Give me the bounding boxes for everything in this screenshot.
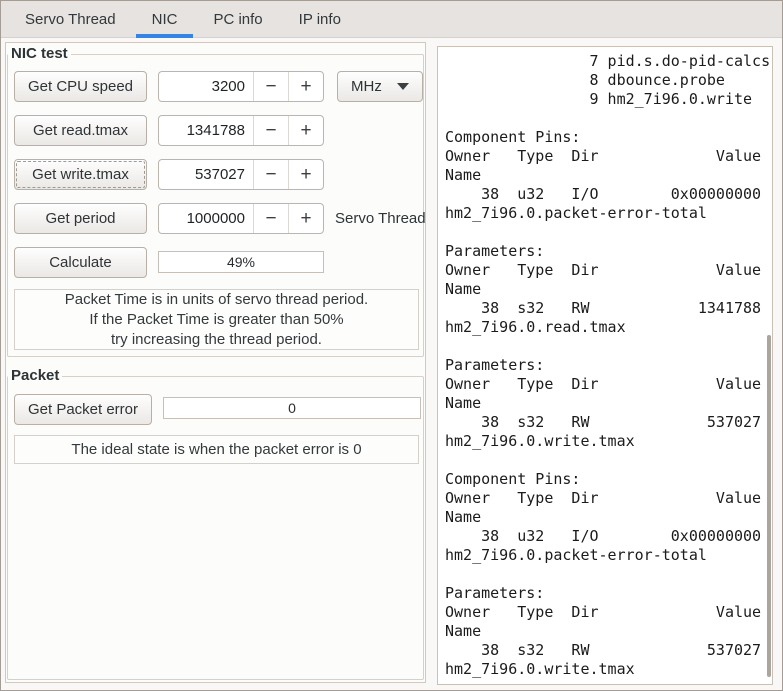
nic-tab-content: NIC test Get CPU speed 3200 − + MHz Get … xyxy=(1,38,782,690)
vertical-scrollbar-thumb[interactable] xyxy=(767,335,771,677)
calculate-button[interactable]: Calculate xyxy=(14,247,147,278)
read-tmax-spinbox: 1341788 − + xyxy=(158,115,324,146)
tab-ip-info[interactable]: IP info xyxy=(283,1,357,37)
cpu-speed-unit-dropdown[interactable]: MHz xyxy=(337,71,423,102)
get-packet-error-button[interactable]: Get Packet error xyxy=(14,394,152,425)
cpu-speed-unit-label: MHz xyxy=(351,78,382,95)
get-cpu-speed-button[interactable]: Get CPU speed xyxy=(14,71,147,102)
write-tmax-value[interactable]: 537027 xyxy=(159,160,253,189)
hal-output-panel[interactable]: 7 pid.s.do-pid-calcs 8 dbounce.probe 9 h… xyxy=(437,46,773,685)
read-tmax-decrement-button[interactable]: − xyxy=(253,116,288,145)
tab-pc-info[interactable]: PC info xyxy=(197,1,278,37)
packet-group-label: Packet xyxy=(8,367,63,384)
get-period-button[interactable]: Get period xyxy=(14,203,147,234)
write-tmax-spinbox: 537027 − + xyxy=(158,159,324,190)
packet-error-field[interactable]: 0 xyxy=(163,397,421,419)
cpu-speed-value[interactable]: 3200 xyxy=(159,72,253,101)
hal-output-text[interactable]: 7 pid.s.do-pid-calcs 8 dbounce.probe 9 h… xyxy=(438,47,772,679)
app-window: Servo Thread NIC PC info IP info NIC tes… xyxy=(0,0,783,691)
period-decrement-button[interactable]: − xyxy=(253,204,288,233)
period-value[interactable]: 1000000 xyxy=(159,204,253,233)
read-tmax-value[interactable]: 1341788 xyxy=(159,116,253,145)
nic-test-group-label: NIC test xyxy=(8,45,71,62)
period-increment-button[interactable]: + xyxy=(288,204,323,233)
tab-nic[interactable]: NIC xyxy=(135,1,194,38)
cpu-speed-decrement-button[interactable]: − xyxy=(253,72,288,101)
tab-bar: Servo Thread NIC PC info IP info xyxy=(1,1,782,38)
packet-time-percent-field[interactable]: 49% xyxy=(158,251,324,273)
packet-time-info-box: Packet Time is in units of servo thread … xyxy=(14,289,419,350)
packet-time-info-line-1: Packet Time is in units of servo thread … xyxy=(64,290,369,308)
write-tmax-increment-button[interactable]: + xyxy=(288,160,323,189)
packet-error-info-line: The ideal state is when the packet error… xyxy=(71,440,362,458)
get-write-tmax-button[interactable]: Get write.tmax xyxy=(14,159,147,190)
cpu-speed-spinbox: 3200 − + xyxy=(158,71,324,102)
write-tmax-decrement-button[interactable]: − xyxy=(253,160,288,189)
packet-error-info-box: The ideal state is when the packet error… xyxy=(14,435,419,464)
servo-thread-label: Servo Thread xyxy=(335,210,426,227)
chevron-down-icon xyxy=(397,83,409,90)
read-tmax-increment-button[interactable]: + xyxy=(288,116,323,145)
cpu-speed-increment-button[interactable]: + xyxy=(288,72,323,101)
get-read-tmax-button[interactable]: Get read.tmax xyxy=(14,115,147,146)
controls-panel: NIC test Get CPU speed 3200 − + MHz Get … xyxy=(5,42,426,683)
period-spinbox: 1000000 − + xyxy=(158,203,324,234)
packet-time-info-line-2: If the Packet Time is greater than 50% xyxy=(89,310,344,328)
packet-time-info-line-3: try increasing the thread period. xyxy=(111,330,322,348)
tab-servo-thread[interactable]: Servo Thread xyxy=(9,1,132,37)
